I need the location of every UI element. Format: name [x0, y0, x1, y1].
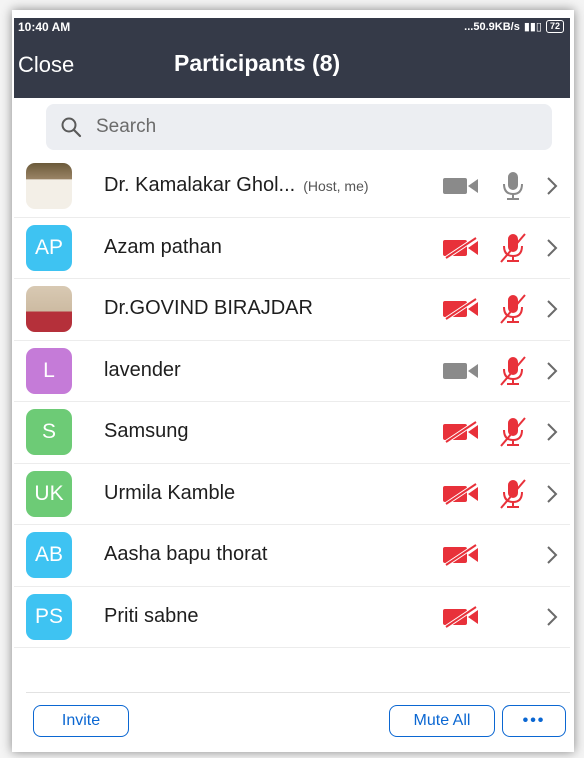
chevron-right-icon: [547, 177, 558, 195]
video-off-icon: [443, 236, 478, 259]
participant-name-text: Aasha bapu thorat: [104, 543, 268, 565]
avatar: AB: [26, 532, 72, 578]
mic-muted-icon: [500, 417, 526, 447]
participant-name: Priti sabne: [104, 605, 199, 628]
search-bar[interactable]: [46, 104, 552, 150]
status-bar: 10:40 AM ...50.9KB/s ▮▮▯ 72: [14, 18, 570, 36]
close-button[interactable]: Close: [18, 52, 74, 78]
mic-muted-icon: [500, 232, 526, 263]
avatar: L: [26, 347, 72, 394]
chevron-right-icon: [547, 238, 558, 257]
avatar-photo: [26, 163, 72, 209]
participant-name-text: Azam pathan: [104, 235, 222, 258]
participant-name-text: Priti sabne: [104, 604, 199, 627]
participant-name: Azam pathan: [104, 236, 222, 259]
participant-name: Samsung: [104, 420, 189, 443]
video-icon: [443, 362, 478, 379]
video-off-icon: [443, 605, 478, 628]
participant-row[interactable]: PS Priti sabne: [14, 587, 570, 648]
participant-row[interactable]: AP Azam pathan: [14, 218, 570, 279]
avatar: AP: [26, 224, 72, 271]
network-speed: ...50.9KB/s: [464, 20, 520, 33]
participant-row[interactable]: Dr. Kamalakar Ghol... (Host, me): [14, 156, 570, 218]
invite-button[interactable]: Invite: [33, 705, 129, 737]
mic-muted-icon: [500, 294, 526, 324]
signal-icon: ▮▮▯: [523, 21, 542, 33]
mic-muted-icon: [500, 355, 526, 386]
participant-row[interactable]: Dr.GOVIND BIRAJDAR: [14, 279, 570, 341]
page-title: Participants (8): [174, 50, 341, 76]
status-time: 10:40 AM: [18, 20, 71, 34]
mute-all-button[interactable]: Mute All: [389, 705, 495, 737]
battery-icon: 72: [545, 20, 564, 33]
participant-name: Dr.GOVIND BIRAJDAR: [104, 297, 313, 320]
video-off-icon: [443, 482, 478, 505]
status-indicators: ...50.9KB/s ▮▮▯ 72: [464, 20, 564, 33]
search-input[interactable]: [94, 115, 498, 139]
header-bar: 10:40 AM ...50.9KB/s ▮▮▯ 72 Close Partic…: [14, 18, 570, 98]
participant-row[interactable]: UK Urmila Kamble: [14, 464, 570, 525]
mic-icon: [503, 172, 523, 200]
participant-row[interactable]: AB Aasha bapu thorat: [14, 525, 570, 587]
video-off-icon: [443, 421, 478, 443]
participant-name-text: Dr.GOVIND BIRAJDAR: [104, 297, 313, 319]
participant-name-text: Samsung: [104, 420, 189, 442]
avatar: UK: [26, 470, 72, 517]
participant-role: (Host, me): [303, 178, 369, 194]
participant-name: lavender: [104, 359, 181, 382]
participant-name-text: lavender: [104, 358, 181, 381]
participant-row[interactable]: S Samsung: [14, 402, 570, 464]
footer-divider: [26, 692, 570, 693]
participant-name-text: Dr. Kamalakar Ghol...: [104, 174, 296, 196]
participant-name: Urmila Kamble: [104, 482, 235, 505]
search-icon: [61, 117, 82, 138]
chevron-right-icon: [547, 423, 558, 441]
participant-name: Dr. Kamalakar Ghol... (Host, me): [104, 174, 369, 197]
more-options-button[interactable]: •••: [502, 705, 566, 737]
screenshot-frame: 10:40 AM ...50.9KB/s ▮▮▯ 72 Close Partic…: [0, 0, 584, 758]
chevron-right-icon: [547, 361, 558, 380]
chevron-right-icon: [547, 484, 558, 503]
video-icon: [443, 178, 478, 194]
mic-muted-icon: [500, 478, 526, 509]
chevron-right-icon: [547, 300, 558, 318]
chevron-right-icon: [547, 607, 558, 626]
video-off-icon: [443, 298, 478, 320]
participant-name: Aasha bapu thorat: [104, 543, 267, 566]
participant-list: Dr. Kamalakar Ghol... (Host, me) AP Azam pa…: [14, 156, 570, 648]
chevron-right-icon: [547, 546, 558, 564]
avatar: PS: [26, 593, 72, 640]
avatar: S: [26, 409, 72, 455]
participant-row[interactable]: Llavender: [14, 341, 570, 402]
participant-name-text: Urmila Kamble: [104, 481, 236, 504]
avatar-photo: [26, 286, 72, 332]
video-off-icon: [443, 544, 478, 566]
